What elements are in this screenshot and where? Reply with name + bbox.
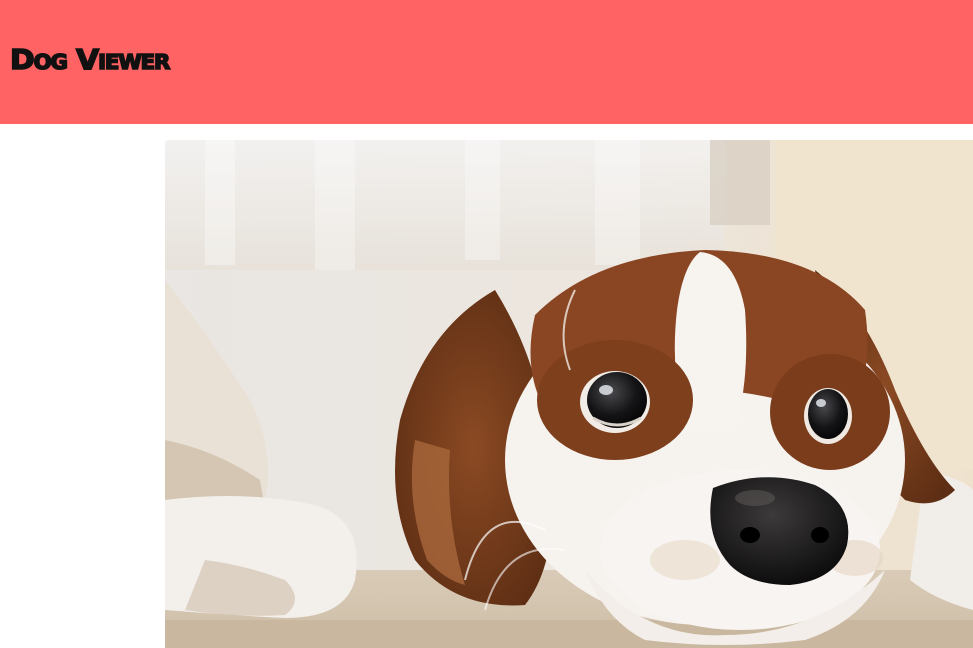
dog-photo-illustration bbox=[165, 140, 973, 648]
app-title: Dog Viewer bbox=[9, 43, 171, 77]
dog-photo bbox=[165, 140, 973, 648]
app-header: Dog Viewer bbox=[0, 0, 973, 124]
